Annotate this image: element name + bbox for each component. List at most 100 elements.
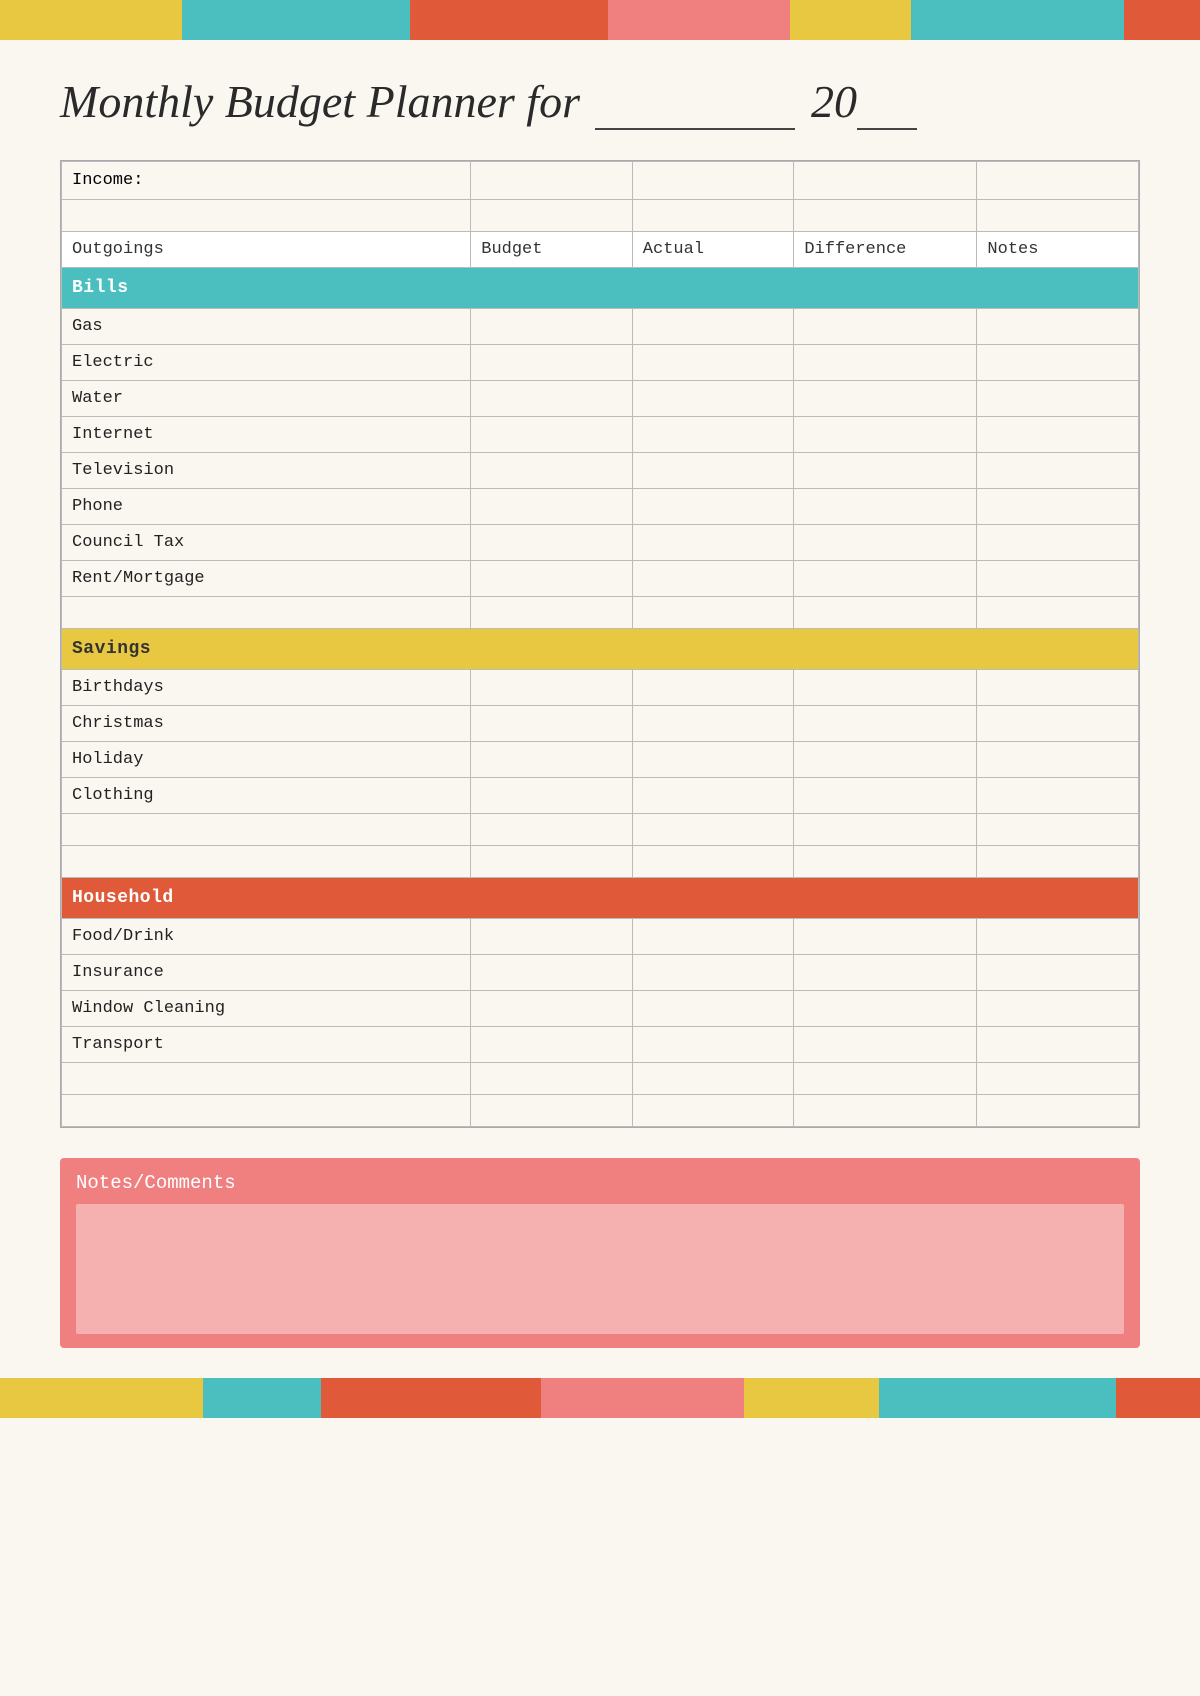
diff-transport[interactable]: [794, 1027, 977, 1063]
notes-window-cleaning[interactable]: [977, 991, 1139, 1027]
actual-transport[interactable]: [632, 1027, 794, 1063]
notes-label: Notes/Comments: [76, 1172, 1124, 1194]
notes-water[interactable]: [977, 381, 1139, 417]
diff-birthdays[interactable]: [794, 670, 977, 706]
bills-section-header: Bills: [62, 268, 1139, 309]
notes-transport[interactable]: [977, 1027, 1139, 1063]
col-budget: Budget: [471, 232, 633, 268]
actual-council-tax[interactable]: [632, 525, 794, 561]
label-clothing: Clothing: [62, 778, 471, 814]
diff-council-tax[interactable]: [794, 525, 977, 561]
notes-phone[interactable]: [977, 489, 1139, 525]
notes-christmas[interactable]: [977, 706, 1139, 742]
diff-gas[interactable]: [794, 309, 977, 345]
spacer-row-6: [62, 1095, 1139, 1127]
budget-holiday[interactable]: [471, 742, 633, 778]
diff-rent-mortgage[interactable]: [794, 561, 977, 597]
actual-rent-mortgage[interactable]: [632, 561, 794, 597]
diff-television[interactable]: [794, 453, 977, 489]
actual-electric[interactable]: [632, 345, 794, 381]
budget-birthdays[interactable]: [471, 670, 633, 706]
actual-phone[interactable]: [632, 489, 794, 525]
title-name-line[interactable]: [595, 94, 795, 130]
label-transport: Transport: [62, 1027, 471, 1063]
notes-content-area[interactable]: [76, 1204, 1124, 1334]
actual-water[interactable]: [632, 381, 794, 417]
notes-internet[interactable]: [977, 417, 1139, 453]
row-holiday: Holiday: [62, 742, 1139, 778]
actual-holiday[interactable]: [632, 742, 794, 778]
budget-television[interactable]: [471, 453, 633, 489]
budget-insurance[interactable]: [471, 955, 633, 991]
col-difference: Difference: [794, 232, 977, 268]
row-christmas: Christmas: [62, 706, 1139, 742]
notes-gas[interactable]: [977, 309, 1139, 345]
income-diff-cell[interactable]: [794, 162, 977, 200]
budget-rent-mortgage[interactable]: [471, 561, 633, 597]
diff-window-cleaning[interactable]: [794, 991, 977, 1027]
actual-christmas[interactable]: [632, 706, 794, 742]
actual-internet[interactable]: [632, 417, 794, 453]
actual-food-drink[interactable]: [632, 919, 794, 955]
title-year-line[interactable]: [857, 75, 917, 130]
row-window-cleaning: Window Cleaning: [62, 991, 1139, 1027]
actual-television[interactable]: [632, 453, 794, 489]
diff-internet[interactable]: [794, 417, 977, 453]
diff-food-drink[interactable]: [794, 919, 977, 955]
actual-clothing[interactable]: [632, 778, 794, 814]
row-transport: Transport: [62, 1027, 1139, 1063]
notes-insurance[interactable]: [977, 955, 1139, 991]
diff-phone[interactable]: [794, 489, 977, 525]
budget-gas[interactable]: [471, 309, 633, 345]
label-birthdays: Birthdays: [62, 670, 471, 706]
notes-television[interactable]: [977, 453, 1139, 489]
notes-holiday[interactable]: [977, 742, 1139, 778]
label-insurance: Insurance: [62, 955, 471, 991]
notes-food-drink[interactable]: [977, 919, 1139, 955]
label-window-cleaning: Window Cleaning: [62, 991, 471, 1027]
notes-rent-mortgage[interactable]: [977, 561, 1139, 597]
diff-electric[interactable]: [794, 345, 977, 381]
diff-clothing[interactable]: [794, 778, 977, 814]
savings-section-header: Savings: [62, 629, 1139, 670]
budget-council-tax[interactable]: [471, 525, 633, 561]
label-electric: Electric: [62, 345, 471, 381]
actual-window-cleaning[interactable]: [632, 991, 794, 1027]
label-gas: Gas: [62, 309, 471, 345]
budget-window-cleaning[interactable]: [471, 991, 633, 1027]
household-section-header: Household: [62, 878, 1139, 919]
budget-transport[interactable]: [471, 1027, 633, 1063]
diff-holiday[interactable]: [794, 742, 977, 778]
budget-food-drink[interactable]: [471, 919, 633, 955]
row-television: Television: [62, 453, 1139, 489]
income-actual-cell[interactable]: [632, 162, 794, 200]
notes-birthdays[interactable]: [977, 670, 1139, 706]
row-clothing: Clothing: [62, 778, 1139, 814]
notes-clothing[interactable]: [977, 778, 1139, 814]
budget-water[interactable]: [471, 381, 633, 417]
actual-insurance[interactable]: [632, 955, 794, 991]
budget-internet[interactable]: [471, 417, 633, 453]
diff-insurance[interactable]: [794, 955, 977, 991]
income-budget-cell[interactable]: [471, 162, 633, 200]
spacer-row-3: [62, 814, 1139, 846]
diff-water[interactable]: [794, 381, 977, 417]
notes-council-tax[interactable]: [977, 525, 1139, 561]
budget-phone[interactable]: [471, 489, 633, 525]
page-title: Monthly Budget Planner for 20: [0, 40, 1200, 150]
budget-clothing[interactable]: [471, 778, 633, 814]
notes-electric[interactable]: [977, 345, 1139, 381]
label-television: Television: [62, 453, 471, 489]
diff-christmas[interactable]: [794, 706, 977, 742]
row-birthdays: Birthdays: [62, 670, 1139, 706]
income-row: Income:: [62, 162, 1139, 200]
spacer-row-5: [62, 1063, 1139, 1095]
income-notes-cell[interactable]: [977, 162, 1139, 200]
actual-birthdays[interactable]: [632, 670, 794, 706]
row-council-tax: Council Tax: [62, 525, 1139, 561]
budget-electric[interactable]: [471, 345, 633, 381]
budget-christmas[interactable]: [471, 706, 633, 742]
notes-comments-box[interactable]: Notes/Comments: [60, 1158, 1140, 1348]
actual-gas[interactable]: [632, 309, 794, 345]
row-electric: Electric: [62, 345, 1139, 381]
